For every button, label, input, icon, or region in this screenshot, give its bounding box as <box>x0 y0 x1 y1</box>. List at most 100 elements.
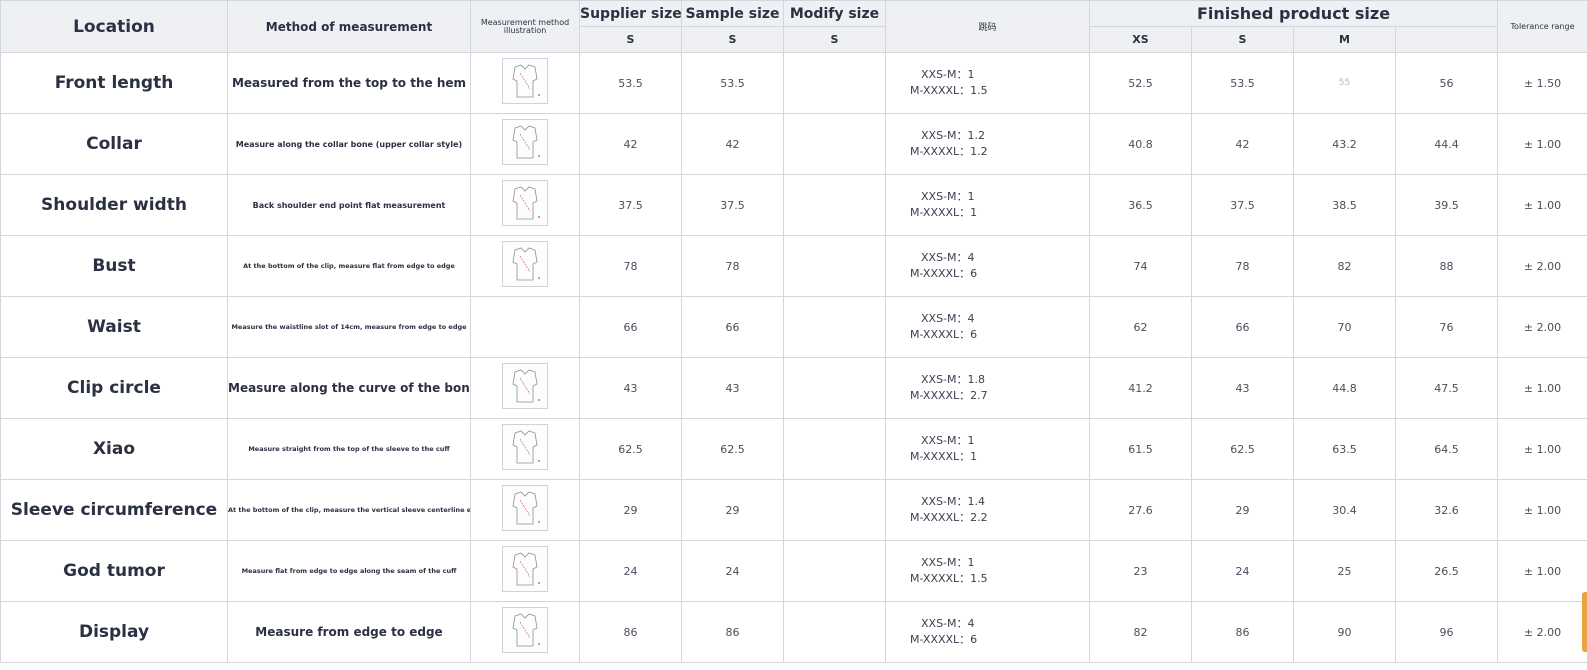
method-cell: Back shoulder end point flat measurement <box>227 174 471 236</box>
grading-cell: XXS-M：4 M-XXXXL：6 <box>885 235 1090 297</box>
modify-size-cell <box>783 601 886 663</box>
finished-s-cell: 53.5 <box>1191 52 1294 114</box>
grade-large-range: M-XXXXL：1 <box>910 206 978 219</box>
supplier-size-cell: 62.5 <box>579 418 682 480</box>
grading-cell: XXS-M：1.8 M-XXXXL：2.7 <box>885 357 1090 419</box>
modify-size-cell <box>783 296 886 358</box>
tolerance-cell: ± 1.00 <box>1497 174 1587 236</box>
grade-small-range: XXS-M：1 <box>921 434 975 447</box>
method-cell: Measure along the curve of the bone <box>227 357 471 419</box>
method-cell: Measure straight from the top of the sle… <box>227 418 471 480</box>
table-row: Clip circle Measure along the curve of th… <box>0 357 1587 419</box>
finished-xs-cell: 52.5 <box>1089 52 1192 114</box>
supplier-size-cell: 42 <box>579 113 682 175</box>
tolerance-cell: ± 1.00 <box>1497 113 1587 175</box>
finished-l-cell: 96 <box>1394 601 1499 663</box>
method-cell: Measured from the top to the hem <box>227 52 471 114</box>
grade-small-range: XXS-M：4 <box>921 251 975 264</box>
subheader-sample-s: S <box>681 26 784 53</box>
finished-l-cell: 39.5 <box>1394 174 1499 236</box>
grade-small-range: XXS-M：1 <box>921 556 975 569</box>
finished-l-cell: 76 <box>1394 296 1499 358</box>
finished-l-cell: 56 <box>1394 52 1499 114</box>
subheader-finished-s: S <box>1191 26 1294 53</box>
tolerance-cell: ± 2.00 <box>1497 235 1587 297</box>
finished-s-cell: 42 <box>1191 113 1294 175</box>
tolerance-cell: ± 2.00 <box>1497 601 1587 663</box>
grading-cell: XXS-M：1 M-XXXXL：1 <box>885 174 1090 236</box>
location-cell: Front length <box>0 52 228 114</box>
table-row: Front length Measured from the top to the… <box>0 52 1587 114</box>
finished-m-cell: 90 <box>1293 601 1396 663</box>
grade-large-range: M-XXXXL：6 <box>910 633 978 646</box>
location-cell: Display <box>0 601 228 663</box>
header-method: Method of measurement <box>227 0 471 53</box>
illustration-cell <box>470 540 580 602</box>
location-cell: Collar <box>0 113 228 175</box>
scroll-edge-marker <box>1582 592 1587 652</box>
header-finished-product-size: Finished product size <box>1088 0 1499 27</box>
table-row: Xiao Measure straight from the top of the… <box>0 418 1587 480</box>
finished-m-cell: 82 <box>1293 235 1396 297</box>
finished-s-cell: 86 <box>1191 601 1294 663</box>
illustration-cell <box>470 479 580 541</box>
illustration-cell <box>470 357 580 419</box>
finished-xs-cell: 27.6 <box>1089 479 1192 541</box>
size-spec-table: Location Method of measurement Measureme… <box>0 0 1587 663</box>
supplier-size-cell: 53.5 <box>579 52 682 114</box>
sample-size-cell: 29 <box>681 479 784 541</box>
modify-size-cell <box>783 479 886 541</box>
sample-size-cell: 42 <box>681 113 784 175</box>
finished-s-cell: 24 <box>1191 540 1294 602</box>
header-tolerance: Tolerance range <box>1497 0 1587 53</box>
finished-m-cell: 43.2 <box>1293 113 1396 175</box>
location-cell: Sleeve circumference <box>0 479 228 541</box>
grade-large-range: M-XXXXL：6 <box>910 328 978 341</box>
grading-cell: XXS-M：1.4 M-XXXXL：2.2 <box>885 479 1090 541</box>
grade-small-range: XXS-M：1.8 <box>921 373 986 386</box>
sample-size-cell: 62.5 <box>681 418 784 480</box>
tolerance-cell: ± 1.50 <box>1497 52 1587 114</box>
header-location: Location <box>0 0 228 53</box>
finished-m-cell: 38.5 <box>1293 174 1396 236</box>
sample-size-cell: 24 <box>681 540 784 602</box>
tolerance-cell: ± 1.00 <box>1497 357 1587 419</box>
finished-m-cell: 44.8 <box>1293 357 1396 419</box>
bust-illustration-icon <box>502 241 548 287</box>
finished-m-cell: 63.5 <box>1293 418 1396 480</box>
header-grading: 跳码 <box>885 0 1090 53</box>
grade-small-range: XXS-M：4 <box>921 617 975 630</box>
finished-l-cell: 64.5 <box>1394 418 1499 480</box>
tolerance-cell: ± 2.00 <box>1497 296 1587 358</box>
grading-cell: XXS-M：1 M-XXXXL：1.5 <box>885 540 1090 602</box>
front-length-illustration-icon <box>502 58 548 104</box>
location-cell: God tumor <box>0 540 228 602</box>
table-row: Shoulder width Back shoulder end point fl… <box>0 174 1587 236</box>
illustration-cell <box>470 174 580 236</box>
grade-large-range: M-XXXXL：6 <box>910 267 978 280</box>
finished-s-cell: 66 <box>1191 296 1294 358</box>
method-cell: Measure the waistline slot of 14cm, meas… <box>227 296 471 358</box>
table-row: Waist Measure the waistline slot of 14cm,… <box>0 296 1587 358</box>
finished-m-cell: 70 <box>1293 296 1396 358</box>
illustration-cell <box>470 601 580 663</box>
finished-xs-cell: 41.2 <box>1089 357 1192 419</box>
modify-size-cell <box>783 235 886 297</box>
supplier-size-cell: 29 <box>579 479 682 541</box>
finished-l-cell: 47.5 <box>1394 357 1499 419</box>
display-illustration-icon <box>502 607 548 653</box>
table-row: Bust At the bottom of the clip, measure f… <box>0 235 1587 297</box>
finished-m-cell: 25 <box>1293 540 1396 602</box>
shoulder-illustration-icon <box>502 180 548 226</box>
grade-small-range: XXS-M：1 <box>921 190 975 203</box>
tolerance-cell: ± 1.00 <box>1497 540 1587 602</box>
finished-xs-cell: 36.5 <box>1089 174 1192 236</box>
location-cell: Bust <box>0 235 228 297</box>
modify-size-cell <box>783 52 886 114</box>
table-row: God tumor Measure flat from edge to edge … <box>0 540 1587 602</box>
finished-m-cell: 30.4 <box>1293 479 1396 541</box>
grade-small-range: XXS-M：1.2 <box>921 129 986 142</box>
sleeve-length-illustration-icon <box>502 424 548 470</box>
finished-l-cell: 88 <box>1394 235 1499 297</box>
finished-s-cell: 78 <box>1191 235 1294 297</box>
